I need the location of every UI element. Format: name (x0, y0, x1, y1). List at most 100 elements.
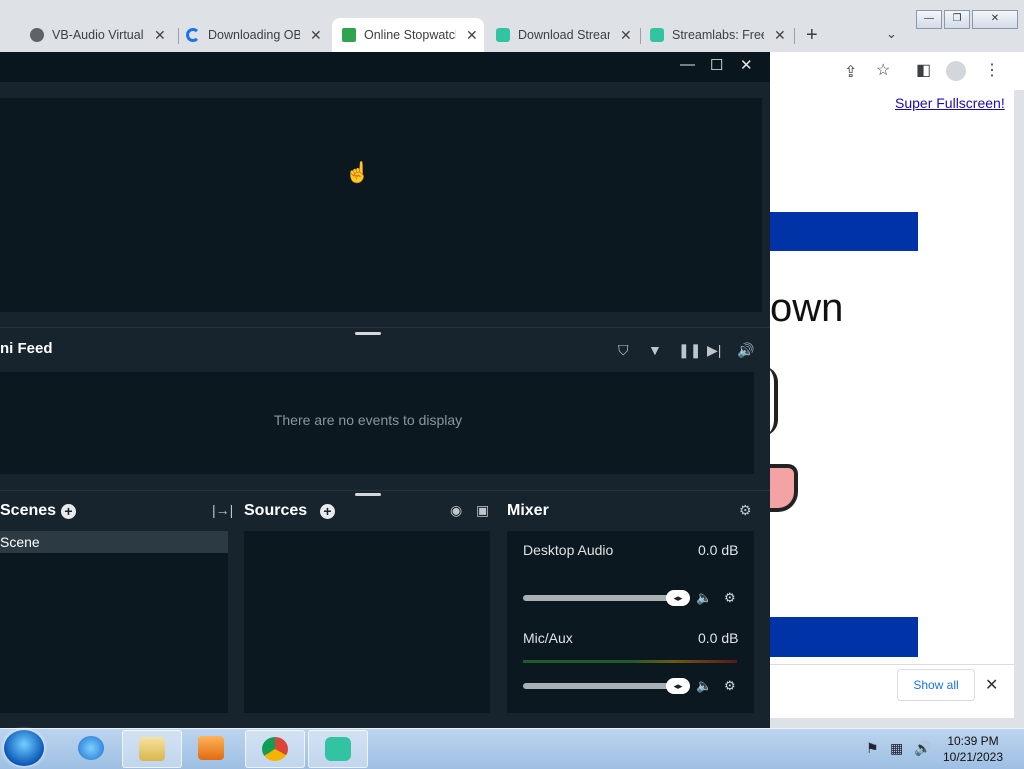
tab-streamlabs-free[interactable]: Streamlabs: Free ✕ (650, 20, 786, 50)
streamlabs-titlebar: — ☐ ✕ (0, 52, 770, 82)
sources-list (244, 531, 490, 713)
mixer-channel-db: 0.0 dB (698, 630, 739, 646)
tab-title: VB-Audio Virtual (52, 28, 144, 42)
volume-slider-knob[interactable]: ◂▸ (666, 590, 690, 606)
add-scene-button[interactable]: + (61, 504, 76, 519)
start-button[interactable] (4, 730, 44, 766)
media-player-taskbar-button[interactable] (182, 730, 240, 766)
globe-icon (30, 28, 44, 42)
divider (0, 327, 770, 328)
tab-separator (178, 28, 179, 44)
tab-title: Online Stopwatch (364, 28, 456, 42)
blue-button-bar[interactable] (770, 617, 918, 657)
action-center-flag-icon[interactable]: ⚑ (866, 740, 879, 757)
new-tab-button[interactable]: + (806, 24, 818, 47)
stopwatch-icon (342, 28, 356, 42)
minimize-button[interactable]: — (680, 56, 695, 73)
filter-icon[interactable]: ▼ (648, 342, 662, 358)
streamlabs-icon (650, 28, 664, 42)
tab-online-stopwatch[interactable]: Online Stopwatch ✕ (332, 18, 484, 52)
channel-settings-gear-icon[interactable]: ⚙ (724, 590, 736, 606)
tab-separator (794, 28, 795, 44)
scenes-list (0, 531, 228, 713)
super-fullscreen-link[interactable]: Super Fullscreen! (895, 95, 1005, 111)
resize-handle[interactable] (355, 493, 381, 496)
close-tab-icon[interactable]: ✕ (466, 27, 478, 44)
tab-separator (640, 28, 641, 44)
volume-slider[interactable] (523, 595, 688, 601)
source-broadcast-icon[interactable]: ◉ (450, 502, 462, 519)
streamlabs-icon (325, 737, 351, 761)
mixer-channel-name: Desktop Audio (523, 542, 614, 558)
bookmark-star-icon[interactable]: ☆ (876, 60, 890, 80)
close-tab-icon[interactable]: ✕ (310, 27, 322, 44)
stream-preview[interactable] (0, 98, 762, 312)
resize-handle[interactable] (355, 332, 381, 335)
scenes-title: Scenes (0, 502, 57, 519)
add-source-button[interactable]: + (320, 504, 335, 519)
tab-downloading-obs[interactable]: Downloading OBS ✕ (186, 20, 322, 50)
close-button[interactable]: ✕ (972, 10, 1018, 29)
streamlabs-icon (496, 28, 510, 42)
sources-title: Sources (244, 502, 308, 519)
maximize-button[interactable]: ☐ (710, 56, 723, 74)
system-clock[interactable]: 10:39 PM 10/21/2023 (938, 733, 1008, 765)
mixer-channel-name: Mic/Aux (523, 630, 573, 646)
show-all-downloads-button[interactable]: Show all (897, 669, 975, 701)
chrome-window-controls: — ❐ ✕ (916, 10, 1020, 29)
countdown-heading: own (770, 286, 844, 330)
tab-download-streamlabs[interactable]: Download Stream ✕ (496, 20, 632, 50)
mixer-channel-db: 0.0 dB (698, 542, 739, 558)
internet-explorer-icon (78, 736, 104, 760)
tab-title: Download Stream (518, 28, 610, 42)
mixer-settings-gear-icon[interactable]: ⚙ (739, 502, 752, 519)
internet-explorer-taskbar-button[interactable] (62, 730, 120, 766)
close-download-bar-icon[interactable]: ✕ (985, 675, 998, 695)
tab-vb-audio[interactable]: VB-Audio Virtual ✕ (30, 20, 166, 50)
volume-slider-knob[interactable]: ◂▸ (666, 678, 690, 694)
media-player-icon (198, 736, 224, 760)
mixer-title: Mixer (507, 502, 549, 519)
volume-icon[interactable]: 🔊 (737, 342, 754, 359)
profile-avatar-icon[interactable] (946, 61, 966, 81)
hand-cursor-icon: ☝ (345, 162, 370, 184)
close-button[interactable]: ✕ (740, 56, 753, 74)
speaker-icon[interactable]: 🔈 (696, 678, 712, 694)
close-tab-icon[interactable]: ✕ (154, 27, 166, 44)
clock-date: 10/21/2023 (942, 750, 1004, 764)
mini-feed-title: ni Feed (0, 340, 53, 357)
share-icon[interactable]: ⇪ (844, 62, 857, 82)
tab-search-button[interactable]: ⌄ (886, 26, 897, 42)
speaker-icon[interactable]: 🔈 (696, 590, 712, 606)
streamlabs-editor: ni Feed ⛉ ▼ ❚❚ ▶| 🔊 There are no events … (0, 82, 770, 728)
skip-icon[interactable]: ▶| (707, 342, 721, 359)
download-bar (770, 664, 1014, 713)
file-explorer-taskbar-button[interactable] (122, 730, 182, 768)
chrome-taskbar-button[interactable] (245, 730, 305, 768)
restore-button[interactable]: ❐ (944, 10, 970, 29)
minimize-button[interactable]: — (916, 10, 942, 29)
close-tab-icon[interactable]: ✕ (620, 27, 632, 44)
tab-strip: VB-Audio Virtual ✕ Downloading OBS ✕ Onl… (0, 10, 1024, 52)
channel-settings-gear-icon[interactable]: ⚙ (724, 678, 736, 694)
volume-tray-icon[interactable]: 🔊 (914, 740, 931, 757)
clock-time: 10:39 PM (947, 734, 999, 748)
tab-title: Streamlabs: Free (672, 28, 764, 42)
streamlabs-taskbar-button[interactable] (308, 730, 368, 768)
shield-icon[interactable]: ⛉ (618, 342, 629, 359)
divider (0, 490, 770, 491)
volume-slider[interactable] (523, 683, 688, 689)
network-icon[interactable]: ▦ (890, 740, 903, 757)
tab-title: Downloading OBS (208, 28, 300, 42)
add-folder-icon[interactable]: ▣ (476, 502, 489, 519)
feed-empty-message: There are no events to display (273, 412, 463, 428)
pause-icon[interactable]: ❚❚ (678, 342, 701, 359)
scene-transition-icon[interactable]: |→| (212, 502, 233, 518)
side-panel-icon[interactable]: ◧ (916, 60, 931, 80)
obs-loading-icon (186, 28, 200, 42)
chrome-menu-icon[interactable]: ⋮ (984, 60, 1000, 80)
streamlabs-window: — ☐ ✕ ni Feed ⛉ ▼ ❚❚ ▶| 🔊 There are no e… (0, 52, 770, 728)
scene-item[interactable]: Scene (0, 531, 228, 553)
audio-level-meter (523, 660, 737, 663)
close-tab-icon[interactable]: ✕ (774, 27, 786, 44)
